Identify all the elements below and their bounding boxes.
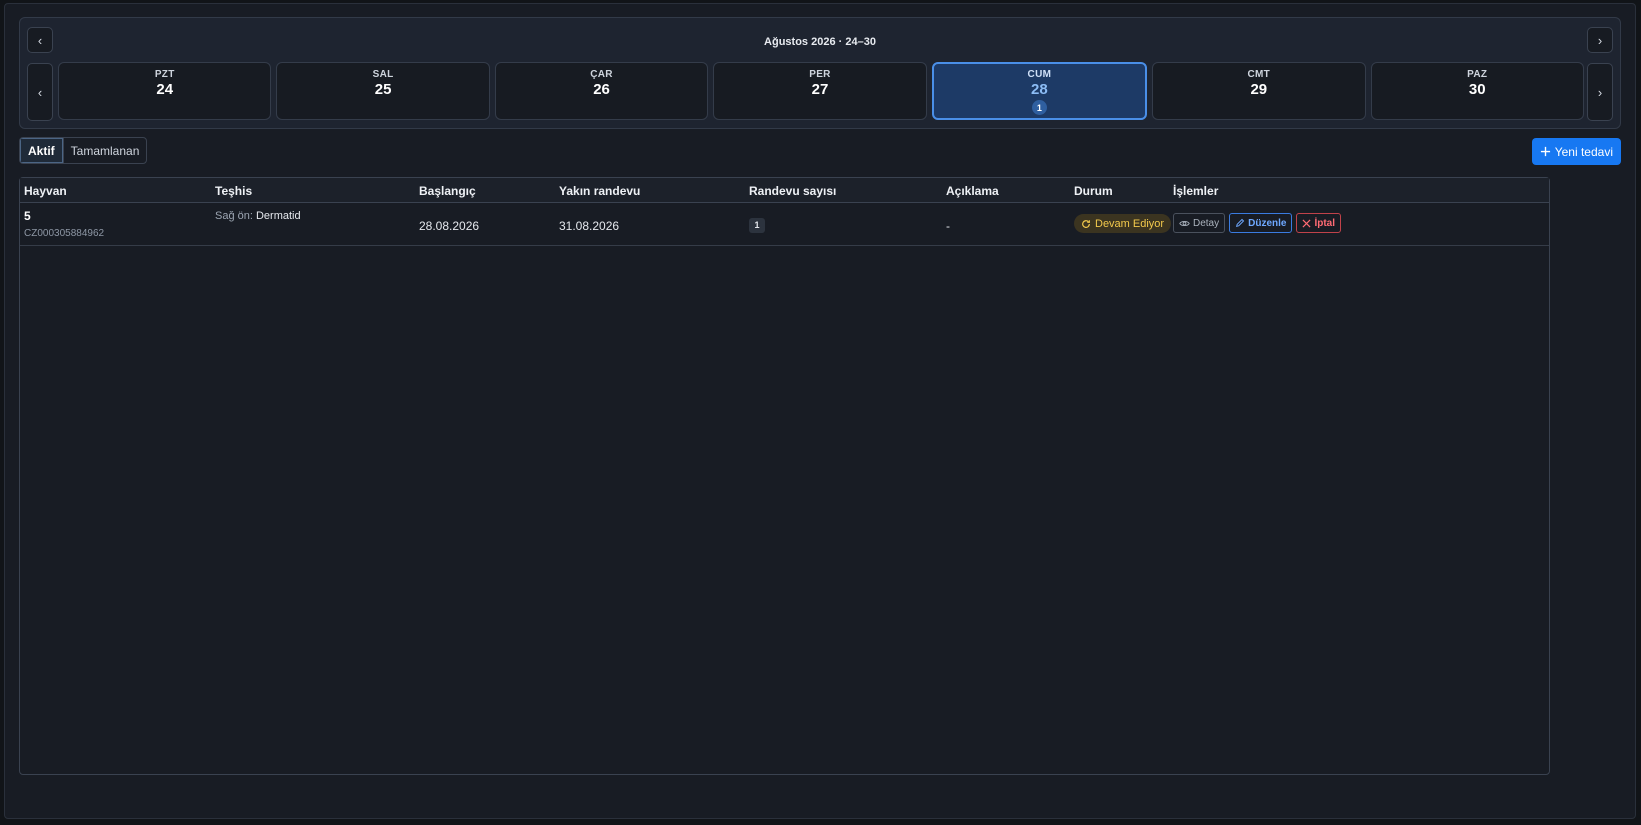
day-thursday[interactable]: PER 27 — [713, 62, 927, 120]
appointment-count-cell: 1 — [749, 217, 765, 233]
day-date: 24 — [156, 81, 174, 98]
day-date: 30 — [1468, 81, 1486, 98]
table-header: Hayvan Teşhis Başlangıç Yakın randevu Ra… — [20, 178, 1549, 203]
header-actions: İşlemler — [1173, 184, 1219, 198]
day-strip: PZT 24 SAL 25 ÇAR 26 PER 27 CUM 28 1 CMT — [58, 62, 1584, 120]
treatments-table: Hayvan Teşhis Başlangıç Yakın randevu Ra… — [19, 177, 1550, 775]
app-window: ‹ Ağustos 2026 · 24–30 › ‹ PZT 24 SAL 25… — [4, 3, 1636, 819]
day-friday-selected[interactable]: CUM 28 1 — [931, 62, 1148, 120]
eye-icon — [1179, 220, 1190, 226]
animal-name: 5 — [24, 209, 31, 223]
refresh-icon — [1082, 219, 1090, 228]
day-name: ÇAR — [590, 69, 613, 80]
header-diagnosis: Teşhis — [215, 184, 253, 198]
new-treatment-button[interactable]: Yeni tedavi — [1531, 138, 1621, 165]
header-appointment-count: Randevu sayısı — [749, 184, 837, 198]
animal-cell: 5 CZ000305884962 — [24, 209, 104, 239]
row-actions: Detay Düzenle İptal — [1173, 213, 1342, 233]
day-name: PER — [809, 69, 831, 80]
day-name: CMT — [1247, 69, 1271, 80]
tab-active[interactable]: Aktif — [20, 138, 63, 163]
day-name: SAL — [372, 69, 394, 80]
day-date: 28 — [1031, 81, 1048, 98]
status-filter-tabs: Aktif Tamamlanan — [19, 137, 148, 164]
header-status: Durum — [1074, 184, 1113, 198]
plus-icon — [1540, 146, 1550, 157]
close-icon — [1302, 218, 1311, 228]
appointment-count-badge: 1 — [1031, 100, 1047, 115]
detail-label: Detay — [1193, 217, 1220, 229]
header-description: Açıklama — [946, 184, 999, 198]
day-saturday[interactable]: CMT 29 — [1152, 62, 1366, 120]
next-day-button[interactable]: › — [1587, 63, 1613, 121]
week-title: Ağustos 2026 · 24–30 — [764, 36, 876, 48]
day-date: 29 — [1250, 81, 1268, 98]
header-animal: Hayvan — [24, 184, 67, 198]
header-start: Başlangıç — [419, 184, 476, 198]
day-sunday[interactable]: PAZ 30 — [1370, 62, 1584, 120]
detail-button[interactable]: Detay — [1173, 213, 1226, 233]
day-name: PAZ — [1467, 69, 1488, 80]
day-monday[interactable]: PZT 24 — [58, 62, 272, 120]
prev-day-button[interactable]: ‹ — [27, 63, 53, 121]
status-badge: Devam Ediyor — [1074, 214, 1172, 233]
tab-completed[interactable]: Tamamlanan — [62, 138, 147, 163]
next-week-button[interactable]: › — [1587, 27, 1613, 53]
diagnosis-name: Dermatid — [255, 210, 301, 222]
day-name: PZT — [154, 69, 175, 80]
new-treatment-label: Yeni tedavi — [1554, 144, 1613, 159]
animal-chip-number: CZ000305884962 — [24, 228, 105, 239]
cancel-button[interactable]: İptal — [1296, 213, 1342, 233]
next-appointment-date: 31.08.2026 — [559, 219, 620, 233]
pencil-icon — [1236, 218, 1245, 228]
edit-label: Düzenle — [1248, 217, 1287, 229]
day-date: 25 — [374, 81, 392, 98]
diagnosis-location: Sağ ön: — [215, 210, 253, 222]
day-tuesday[interactable]: SAL 25 — [276, 62, 490, 120]
day-wednesday[interactable]: ÇAR 26 — [494, 62, 709, 120]
edit-button[interactable]: Düzenle — [1229, 213, 1293, 233]
description-cell: - — [946, 219, 950, 233]
day-date: 26 — [593, 81, 610, 98]
header-next-appointment: Yakın randevu — [559, 184, 641, 198]
appointment-count-badge: 1 — [749, 217, 765, 233]
week-calendar: ‹ Ağustos 2026 · 24–30 › ‹ PZT 24 SAL 25… — [19, 17, 1621, 129]
day-date: 27 — [811, 81, 829, 98]
status-cell: Devam Ediyor — [1074, 214, 1172, 233]
start-date: 28.08.2026 — [419, 219, 480, 233]
diagnosis-cell: Sağ ön: Dermatid — [215, 210, 301, 222]
cancel-label: İptal — [1314, 217, 1336, 229]
status-label: Devam Ediyor — [1095, 217, 1165, 230]
day-name: CUM — [1027, 69, 1052, 80]
table-row: 5 CZ000305884962 Sağ ön: Dermatid 28.08.… — [20, 203, 1549, 246]
